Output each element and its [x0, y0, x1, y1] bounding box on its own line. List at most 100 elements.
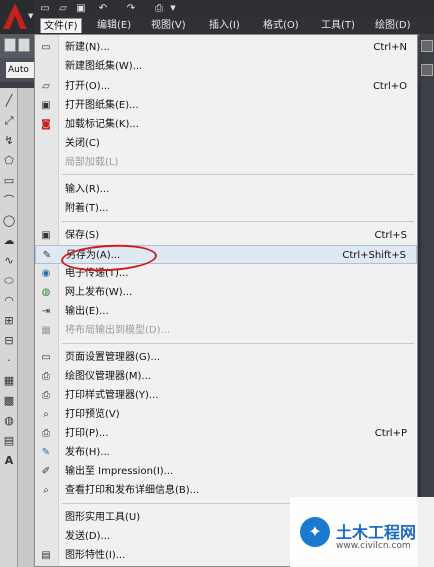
polyline-icon[interactable]: ↯ — [1, 132, 17, 150]
menu-item-label: 图形特性(I)... — [65, 550, 126, 561]
menu-edit[interactable]: 编辑(E) — [94, 18, 134, 33]
menu-item-label: 局部加载(L) — [65, 157, 119, 168]
new-file-icon[interactable]: ▭ — [38, 2, 52, 15]
menu-item-shortcut: Ctrl+P — [374, 428, 407, 439]
draw-toolbar-column — [18, 88, 34, 567]
polygon-icon[interactable]: ⬠ — [1, 152, 17, 170]
menu-view[interactable]: 视图(V) — [148, 18, 189, 33]
menu-item-label: 页面设置管理器(G)... — [65, 352, 161, 363]
watermark: ✦ 土木工程网 www.civilcn.com — [290, 497, 434, 567]
rectangle-icon[interactable]: ▭ — [1, 172, 17, 190]
menu-item-label: 关闭(C) — [65, 138, 100, 149]
menu-item-page-setup[interactable]: ▭ 页面设置管理器(G)... — [35, 348, 417, 367]
file-menu-dropdown: ▭ 新建(N)... Ctrl+N 新建图纸集(W)... ▱ 打开(O)...… — [34, 34, 418, 567]
printer-icon[interactable]: ⎙ — [152, 2, 166, 15]
toolbar-button[interactable] — [421, 40, 433, 52]
menu-item-save[interactable]: ▣ 保存(S) Ctrl+S — [35, 226, 417, 245]
menu-item-export-impression[interactable]: ✐ 输出至 Impression(I)... — [35, 462, 417, 481]
chevron-down-icon: ▼ — [28, 12, 34, 20]
circle-icon[interactable]: ◯ — [1, 212, 17, 230]
insert-block-icon[interactable]: ⊞ — [1, 312, 17, 330]
menu-item-label: 新建(N)... — [65, 42, 110, 53]
civilcn-logo-icon: ✦ — [300, 517, 330, 547]
hatch-icon[interactable]: ▦ — [1, 372, 17, 390]
menu-bar: 文件(F) 编辑(E) 视图(V) 插入(I) 格式(O) 工具(T) 绘图(D… — [34, 17, 434, 34]
menu-item-plotstyle-manager[interactable]: ⎙ 打印样式管理器(Y)... — [35, 386, 417, 405]
menu-item-import[interactable]: 输入(R)... — [35, 180, 417, 199]
menu-item-open-sheetset[interactable]: ▣ 打开图纸集(E)... — [35, 96, 417, 115]
markup-set-icon: ◙ — [41, 119, 51, 130]
autocad-logo-icon — [3, 3, 27, 29]
plot-style-icon: ⎙ — [42, 390, 50, 401]
menu-item-new[interactable]: ▭ 新建(N)... Ctrl+N — [35, 38, 417, 57]
menu-item-label: 打开(O)... — [65, 81, 111, 92]
toolbar-button[interactable] — [18, 38, 30, 52]
menu-item-plot[interactable]: ⎙ 打印(P)... Ctrl+P — [35, 424, 417, 443]
gradient-icon[interactable]: ▩ — [1, 392, 17, 410]
watermark-url: www.civilcn.com — [336, 541, 411, 551]
menu-item-close[interactable]: 关闭(C) — [35, 134, 417, 153]
revcloud-icon[interactable]: ☁ — [1, 232, 17, 250]
menu-item-load-markup[interactable]: ◙ 加载标记集(K)... — [35, 115, 417, 134]
menu-format[interactable]: 格式(O) — [260, 18, 302, 33]
menu-item-label: 输出(E)... — [65, 306, 109, 317]
line-tool-icon[interactable]: ╱ — [1, 92, 17, 110]
menu-tools[interactable]: 工具(T) — [318, 18, 358, 33]
plot-details-icon: ⌕ — [43, 485, 49, 496]
ellipse-icon[interactable]: ⬭ — [1, 272, 17, 290]
menu-item-plot-preview[interactable]: ⌕ 打印预览(V) — [35, 405, 417, 424]
menu-item-attach[interactable]: 附着(T)... — [35, 199, 417, 218]
menu-item-label: 附着(T)... — [65, 203, 109, 214]
menu-item-shortcut: Ctrl+S — [374, 230, 407, 241]
application-button[interactable]: ▼ — [0, 0, 34, 34]
menu-item-label: 新建图纸集(W)... — [65, 61, 143, 72]
drawing-properties-icon: ▤ — [41, 550, 51, 561]
toolbar-button[interactable] — [4, 38, 16, 52]
new-file-icon: ▭ — [41, 42, 51, 53]
mtext-icon[interactable]: A — [1, 452, 17, 470]
table-icon[interactable]: ▤ — [1, 432, 17, 450]
undo-icon[interactable]: ↶ — [96, 2, 110, 15]
construction-line-icon[interactable]: ⤢ — [1, 112, 17, 130]
folder-open-icon: ▱ — [42, 81, 50, 92]
spline-icon[interactable]: ∿ — [1, 252, 17, 270]
region-icon[interactable]: ◍ — [1, 412, 17, 430]
menu-insert[interactable]: 插入(I) — [206, 18, 243, 33]
arc-icon[interactable]: ⌒ — [1, 192, 17, 210]
menu-item-label: 查看打印和发布详细信息(B)... — [65, 485, 200, 496]
point-icon[interactable]: · — [1, 352, 17, 370]
menu-item-label: 输入(R)... — [65, 184, 110, 195]
autosnap-field[interactable]: Auto — [6, 62, 36, 78]
menu-item-label: 发布(H)... — [65, 447, 110, 458]
make-block-icon[interactable]: ⊟ — [1, 332, 17, 350]
menu-item-label: 打印(P)... — [65, 428, 109, 439]
menu-item-label: 打印样式管理器(Y)... — [65, 390, 159, 401]
menu-separator — [62, 343, 414, 344]
page-setup-icon: ▭ — [41, 352, 51, 363]
menu-item-open[interactable]: ▱ 打开(O)... Ctrl+O — [35, 77, 417, 96]
redo-icon[interactable]: ↷ — [124, 2, 138, 15]
menu-draw[interactable]: 绘图(D) — [372, 18, 414, 33]
plot-preview-icon: ⌕ — [43, 409, 49, 420]
folder-open-icon[interactable]: ▱ — [56, 2, 70, 15]
menu-item-partial-load: 局部加载(L) — [35, 153, 417, 172]
menu-item-label: 绘图仪管理器(M)... — [65, 371, 151, 382]
impression-icon: ✐ — [41, 466, 51, 477]
qa-dropdown-icon[interactable]: ▼ — [166, 2, 180, 15]
menu-item-shortcut: Ctrl+N — [373, 42, 407, 53]
ellipse-arc-icon[interactable]: ◠ — [1, 292, 17, 310]
menu-item-label: 输出至 Impression(I)... — [65, 466, 174, 477]
right-toolbar — [420, 34, 434, 567]
menu-item-plotter-manager[interactable]: ⎙ 绘图仪管理器(M)... — [35, 367, 417, 386]
save-as-icon: ✎ — [42, 250, 52, 261]
toolbar-button[interactable] — [421, 64, 433, 76]
menu-item-export-layout: ▦ 将布局输出到模型(D)... — [35, 321, 417, 340]
menu-item-new-sheetset[interactable]: 新建图纸集(W)... — [35, 57, 417, 76]
globe-icon: ◍ — [41, 287, 51, 298]
menu-item-publish-web[interactable]: ◍ 网上发布(W)... — [35, 283, 417, 302]
menu-item-label: 打印预览(V) — [65, 409, 120, 420]
menu-item-publish[interactable]: ✎ 发布(H)... — [35, 443, 417, 462]
save-icon[interactable]: ▣ — [74, 2, 88, 15]
menu-item-export[interactable]: ⇥ 输出(E)... — [35, 302, 417, 321]
menu-file[interactable]: 文件(F) — [40, 18, 82, 33]
